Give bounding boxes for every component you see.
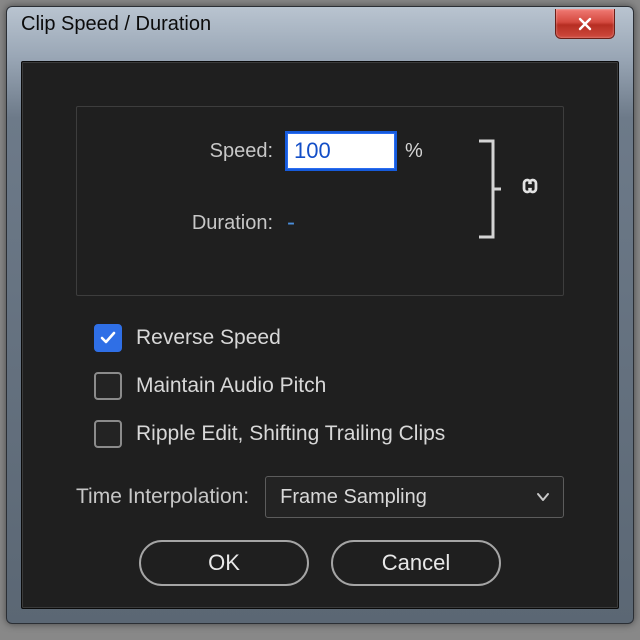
duration-label: Duration: xyxy=(77,212,287,235)
titlebar[interactable]: Clip Speed / Duration xyxy=(7,7,633,55)
maintain-audio-pitch-checkbox[interactable]: Maintain Audio Pitch xyxy=(94,372,564,400)
time-interpolation-dropdown[interactable]: Frame Sampling xyxy=(265,476,564,518)
ripple-edit-checkbox[interactable]: Ripple Edit, Shifting Trailing Clips xyxy=(94,420,564,448)
checkbox-box xyxy=(94,420,122,448)
checkbox-box xyxy=(94,324,122,352)
close-icon xyxy=(577,16,593,32)
time-interpolation-label: Time Interpolation: xyxy=(76,485,249,509)
link-icon xyxy=(519,175,541,197)
chevron-down-icon xyxy=(535,489,551,505)
link-bracket xyxy=(477,133,501,245)
checkbox-label: Maintain Audio Pitch xyxy=(136,374,326,398)
speed-duration-group: Speed: % Duration: - xyxy=(76,106,564,296)
dialog-body: Speed: % Duration: - xyxy=(21,61,619,609)
dialog-window: Clip Speed / Duration Speed: % Duration:… xyxy=(6,6,634,624)
ok-button[interactable]: OK xyxy=(139,540,309,586)
time-interpolation-row: Time Interpolation: Frame Sampling xyxy=(76,476,564,518)
speed-input[interactable] xyxy=(287,133,395,169)
dialog-buttons: OK Cancel xyxy=(22,540,618,586)
dialog-title: Clip Speed / Duration xyxy=(21,13,211,36)
reverse-speed-checkbox[interactable]: Reverse Speed xyxy=(94,324,564,352)
link-toggle[interactable] xyxy=(519,173,541,204)
checkmark-icon xyxy=(99,329,117,347)
duration-value[interactable]: - xyxy=(287,209,295,237)
button-label: OK xyxy=(208,550,240,576)
button-label: Cancel xyxy=(382,550,450,576)
cancel-button[interactable]: Cancel xyxy=(331,540,501,586)
speed-label: Speed: xyxy=(77,140,287,163)
checkbox-label: Reverse Speed xyxy=(136,326,281,350)
checkbox-label: Ripple Edit, Shifting Trailing Clips xyxy=(136,422,445,446)
checkbox-group: Reverse Speed Maintain Audio Pitch Rippl… xyxy=(94,324,564,468)
close-button[interactable] xyxy=(555,9,615,39)
dropdown-value: Frame Sampling xyxy=(280,486,427,509)
checkbox-box xyxy=(94,372,122,400)
speed-unit: % xyxy=(405,140,423,163)
